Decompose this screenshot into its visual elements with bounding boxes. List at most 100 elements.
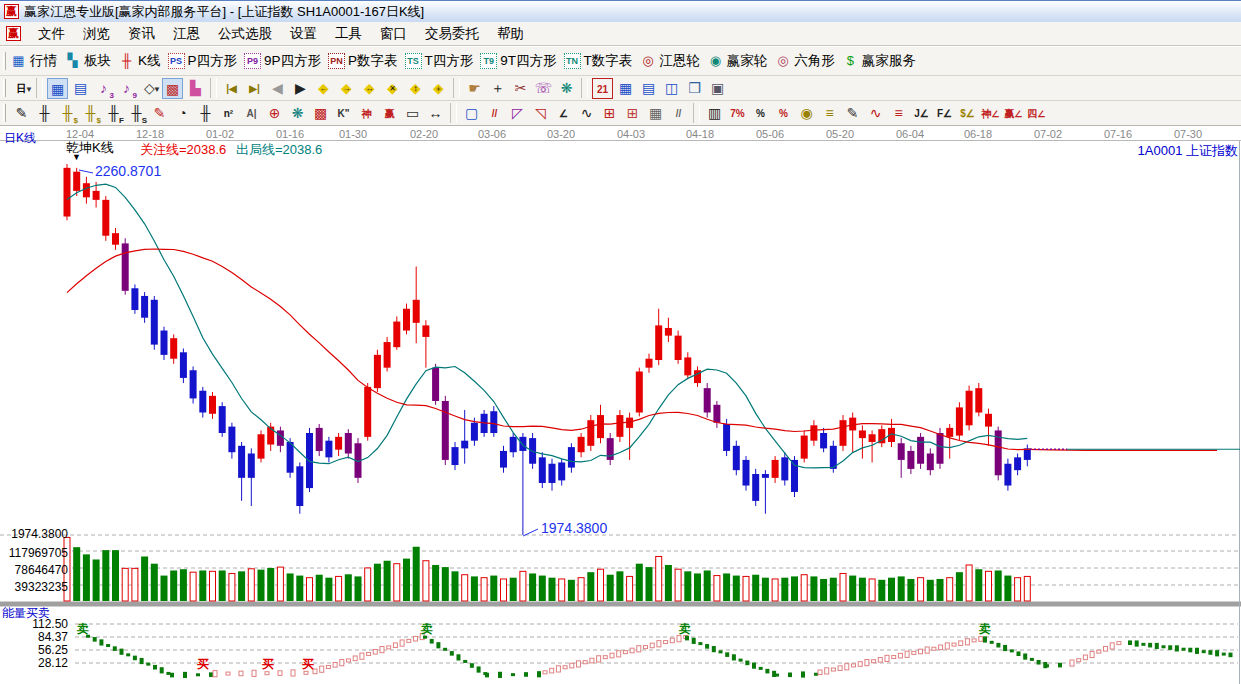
draw-angle-shen[interactable]: 神∠ [980,103,1001,124]
tool-candle-style-dropdown[interactable]: ◇▼ [139,78,160,99]
draw-grid-gray[interactable]: ▦ [645,103,666,124]
draw-gold-comb[interactable]: ╫$ [57,103,78,124]
toolbar-module-blocks[interactable]: ▚板块 [64,52,111,70]
draw-red-gold[interactable]: ≡ [888,103,909,124]
tool-crosshair[interactable]: ＋ [487,78,508,99]
tool-zoom-left[interactable]: ◆← [313,78,334,99]
draw-k-quotes[interactable]: K" [333,103,354,124]
tool-phone-tool[interactable]: ☏ [533,78,554,99]
draw-angle-lines[interactable]: ∠ [553,103,574,124]
menu-江恩[interactable]: 江恩 [164,22,209,46]
menu-资讯[interactable]: 资讯 [119,22,164,46]
tool-zoom-x[interactable]: ◆✕ [382,78,403,99]
menu-工具[interactable]: 工具 [326,22,371,46]
tool-info-doc[interactable]: ▤ [70,78,91,99]
toolbar-module-t-number[interactable]: TNT数字表 [564,52,633,70]
menu-设置[interactable]: 设置 [281,22,326,46]
toolbar-module-hexagon[interactable]: ◎六角形 [774,52,835,70]
draw-gold-circle[interactable]: ◉ [796,103,817,124]
draw-red-wave[interactable]: ∿ [865,103,886,124]
tool-zoom-right[interactable]: ◆→ [336,78,357,99]
menu-公式选股[interactable]: 公式选股 [209,22,281,46]
draw-angle-gold[interactable]: $∠ [957,103,978,124]
menu-交易委托[interactable]: 交易委托 [416,22,488,46]
tool-first-page[interactable]: |◀ [221,78,242,99]
draw-wave-tool[interactable]: ∿ [576,103,597,124]
tool-save[interactable]: ◫ [661,78,682,99]
tool-next-page[interactable]: ▶ [290,78,311,99]
draw-h-bars[interactable]: ▥ [704,103,725,124]
tool-network-view[interactable]: ▦ [47,78,68,99]
tool-print[interactable]: ▣ [707,78,728,99]
toolbar-module-9p-square[interactable]: P99P四方形 [244,52,321,70]
draw-mirror[interactable]: A| [241,103,262,124]
tool-zoom-plus[interactable]: ◆＋ [428,78,449,99]
toolbar-module-p-square[interactable]: PSP四方形 [168,52,238,70]
toolbar-module-gann-wheel[interactable]: ◎江恩轮 [639,52,700,70]
toolbar-module-9t-square[interactable]: T99T四方形 [480,52,556,70]
tool-chart-3[interactable]: ♪3 [93,78,114,99]
draw-square-numbers[interactable]: n² [218,103,239,124]
tool-zoom-tool[interactable]: ✂ [510,78,531,99]
draw-select-box[interactable]: ▢ [461,103,482,124]
draw-percent-7[interactable]: 7% [727,103,748,124]
draw-compass-draw[interactable]: ✎ [11,103,32,124]
draw-gann-box[interactable]: ◸ [507,103,528,124]
tool-period-day-dropdown[interactable]: 日▼ [11,78,32,99]
tool-zoom-v[interactable]: ◆↕ [405,78,426,99]
tool-zoom-h[interactable]: ◆↔ [359,78,380,99]
menu-帮助[interactable]: 帮助 [488,22,533,46]
draw-win-tool[interactable]: 赢 [379,103,400,124]
menu-浏览[interactable]: 浏览 [74,22,119,46]
peak-marker: ▼ [72,152,81,162]
draw-gann-grid[interactable]: ◹ [530,103,551,124]
draw-gold-comb-2[interactable]: ╫$ [80,103,101,124]
toolbar-module-winner-wheel[interactable]: ◉赢家轮 [707,52,768,70]
draw-pencil[interactable]: ✎ [842,103,863,124]
tool-prev-page[interactable]: ◀ [267,78,288,99]
draw-parallel-lines[interactable]: // [668,103,689,124]
tool-grid-red[interactable]: ▩ [162,78,183,99]
draw-circle-cross[interactable]: ⊕ [264,103,285,124]
tool-pan-hand[interactable]: ☛ [464,78,485,99]
draw-grid-red-1[interactable]: ⊞ [599,103,620,124]
draw-comb-plain[interactable]: ╫ [195,103,216,124]
toolbar-module-winner-service[interactable]: $赢家服务 [842,52,916,70]
toolbar-module-t-square[interactable]: TST四方形 [405,52,474,70]
draw-gold-lines[interactable]: ≡ [819,103,840,124]
toolbar-module-p-number[interactable]: PNP数字表 [328,52,398,70]
draw-percent-red[interactable]: % [773,103,794,124]
draw-fan-lines[interactable]: // [484,103,505,124]
draw-red-net[interactable]: ▩ [310,103,331,124]
toolbar-module-kline[interactable]: ╫K线 [118,52,161,70]
draw-ruler-123[interactable]: ▭ [402,103,423,124]
draw-gann-comb[interactable]: ╫ [34,103,55,124]
tool-matrix-calc[interactable]: ▦ [615,78,636,99]
tool-export-globe[interactable]: ❒ [684,78,705,99]
draw-grid-red-2[interactable]: ⊞ [622,103,643,124]
tool-last-page[interactable]: ▶| [244,78,265,99]
draw-s-comb[interactable]: ╫S [126,103,147,124]
draw-angle-win[interactable]: 赢∠ [1003,103,1024,124]
draw-f-comb[interactable]: ╫F [103,103,124,124]
tool-colored-chart[interactable]: ▙ [185,78,206,99]
draw-width-measure[interactable]: ↔ [425,103,446,124]
draw-shen-tool[interactable]: 神 [356,103,377,124]
menu-文件[interactable]: 文件 [29,22,74,46]
menu-窗口[interactable]: 窗口 [371,22,416,46]
tool-chart-9[interactable]: ♪9 [116,78,137,99]
indicator-tick-2: 56.25 [0,643,68,657]
draw-red-compass[interactable]: ✎ [149,103,170,124]
toolbar-module-quotes[interactable]: ▦行情 [10,52,57,70]
draw-angle-4[interactable]: 四∠ [1026,103,1047,124]
tool-calendar-21[interactable]: 21 [592,78,613,99]
draw-percent[interactable]: % [750,103,771,124]
draw-snowflake[interactable]: ❋ [287,103,308,124]
sell-signal-1: 卖 [421,621,433,638]
tool-report-doc[interactable]: ▤ [638,78,659,99]
draw-angle-j[interactable]: J∠ [911,103,932,124]
title-bar[interactable]: 赢 赢家江恩专业版[赢家内部服务平台] - [上证指数 SH1A0001-167… [0,0,1241,22]
draw-time-cycle[interactable]: ◔ [172,103,193,124]
draw-angle-f[interactable]: F∠ [934,103,955,124]
tool-pattern-tool[interactable]: ❋ [556,78,577,99]
